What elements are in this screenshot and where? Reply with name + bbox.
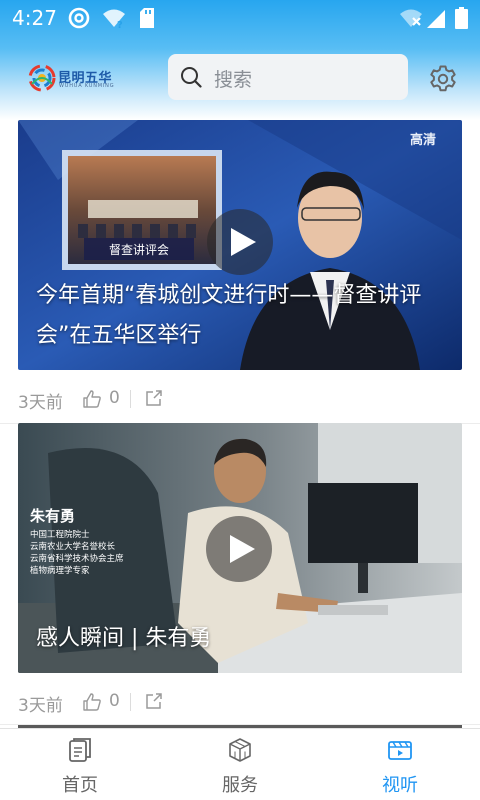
logo-mark-icon bbox=[28, 64, 56, 92]
like-count: 0 bbox=[109, 388, 120, 408]
list-item[interactable]: 朱有勇 中国工程院院士 云南农业大学名誉校长 云南省科学技术协会主席 植物病理学… bbox=[0, 423, 480, 725]
signal-icon bbox=[427, 10, 445, 28]
search-input[interactable]: 搜索 bbox=[168, 54, 408, 100]
nav-label: 视听 bbox=[382, 775, 418, 796]
video-meta: 3天前 0 bbox=[18, 388, 318, 413]
thumb-overlay-text: 督查讲评会 bbox=[109, 242, 169, 257]
share-icon[interactable] bbox=[145, 389, 163, 407]
thumb-caption-line: 中国工程院院士 bbox=[30, 529, 90, 540]
svg-text:?: ? bbox=[117, 20, 123, 29]
share-icon[interactable] bbox=[145, 692, 163, 710]
home-doc-icon bbox=[69, 738, 91, 762]
thumbs-up-icon[interactable] bbox=[82, 692, 102, 712]
play-icon bbox=[230, 535, 255, 563]
nav-label: 首页 bbox=[62, 775, 98, 796]
video-title[interactable]: 今年首期“春城创文进行时——督查讲评会”在五华区举行 bbox=[36, 276, 456, 356]
gear-icon[interactable] bbox=[428, 64, 458, 94]
at-sign-icon bbox=[68, 7, 90, 29]
video-icon bbox=[388, 741, 412, 760]
nav-item-home[interactable]: 首页 bbox=[20, 729, 140, 800]
thumb-caption-line: 云南省科学技术协会主席 bbox=[30, 553, 124, 564]
like-count: 0 bbox=[109, 691, 120, 711]
meta-divider bbox=[130, 693, 131, 711]
nav-item-service[interactable]: 服务 bbox=[180, 729, 300, 800]
app-header: 昆明五华 WUHUA KUNMING 搜索 bbox=[0, 52, 480, 104]
hd-badge: 高清 bbox=[410, 132, 436, 148]
post-time: 3天前 bbox=[18, 696, 63, 716]
meta-divider bbox=[130, 390, 131, 408]
logo-subtext: WUHUA KUNMING bbox=[59, 83, 115, 89]
sd-card-icon bbox=[140, 8, 154, 28]
status-bar: 4:27 ? bbox=[0, 0, 480, 36]
nav-item-video[interactable]: 视听 bbox=[340, 729, 460, 800]
video-title[interactable]: 感人瞬间 | 朱有勇 bbox=[36, 619, 456, 659]
video-thumbnail[interactable]: 督查讲评会 高清 今年首期“春城创文进行时——督查讲评会”在五华区举行 bbox=[18, 120, 462, 370]
video-meta: 3天前 0 bbox=[18, 691, 318, 716]
thumb-name: 朱有勇 bbox=[30, 507, 75, 525]
video-thumbnail[interactable]: 朱有勇 中国工程院院士 云南农业大学名誉校长 云南省科学技术协会主席 植物病理学… bbox=[18, 423, 462, 673]
video-feed[interactable]: 督查讲评会 高清 今年首期“春城创文进行时——督查讲评会”在五华区举行 3天前 … bbox=[0, 118, 480, 728]
search-icon bbox=[181, 67, 202, 88]
play-icon bbox=[231, 228, 256, 256]
status-time: 4:27 bbox=[12, 6, 57, 30]
battery-icon bbox=[455, 7, 468, 29]
list-item[interactable]: 督查讲评会 高清 今年首期“春城创文进行时——督查讲评会”在五华区举行 3天前 … bbox=[0, 120, 480, 422]
thumbs-up-icon[interactable] bbox=[82, 389, 102, 409]
wifi-off-icon bbox=[400, 9, 422, 27]
app-logo: 昆明五华 WUHUA KUNMING bbox=[28, 64, 118, 94]
play-button[interactable] bbox=[206, 516, 272, 582]
thumb-caption-line: 云南农业大学名誉校长 bbox=[30, 541, 116, 552]
search-placeholder: 搜索 bbox=[214, 69, 253, 91]
service-cube-icon bbox=[229, 738, 251, 762]
play-button[interactable] bbox=[207, 209, 273, 275]
wifi-question-icon: ? bbox=[103, 9, 125, 29]
thumb-caption-line: 植物病理学专家 bbox=[30, 565, 90, 576]
post-time: 3天前 bbox=[18, 393, 63, 413]
nav-label: 服务 bbox=[222, 775, 258, 796]
bottom-nav: 首页 服务 视听 bbox=[0, 728, 480, 800]
